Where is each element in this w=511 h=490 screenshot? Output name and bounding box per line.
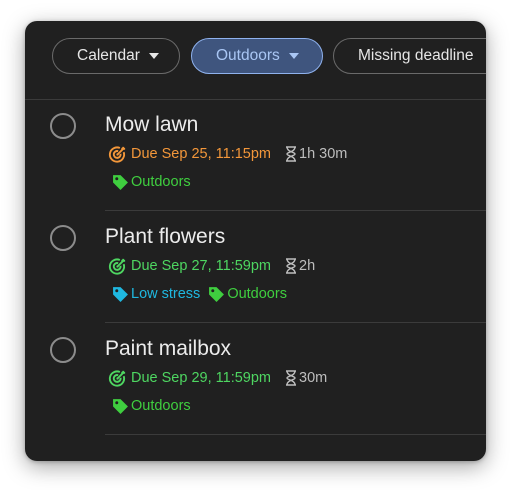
tag-label: Outdoors bbox=[227, 286, 287, 302]
task-meta: Due Sep 29, 11:59pm 30m bbox=[108, 368, 327, 388]
task-list-panel: Calendar Outdoors Missing deadline Mow l… bbox=[25, 21, 486, 461]
task-due-date: Due Sep 27, 11:59pm bbox=[131, 258, 271, 274]
task-row[interactable]: Plant flowers Due Sep 27, 11:59pm 2h Low… bbox=[25, 211, 486, 323]
filter-chip-missing-deadline[interactable]: Missing deadline bbox=[333, 38, 486, 74]
tag-label: Outdoors bbox=[131, 174, 191, 190]
task-meta: Due Sep 27, 11:59pm 2h bbox=[108, 256, 315, 276]
circle-checkbox-icon[interactable] bbox=[50, 113, 76, 139]
tag-icon bbox=[113, 174, 128, 190]
tag-outdoors[interactable]: Outdoors bbox=[208, 286, 287, 303]
caret-down-icon bbox=[288, 53, 299, 59]
task-duration-value: 1h 30m bbox=[299, 146, 348, 162]
task-title: Plant flowers bbox=[105, 225, 226, 248]
filter-chip-label: Outdoors bbox=[216, 47, 280, 64]
tag-label: Outdoors bbox=[131, 398, 191, 414]
tag-outdoors[interactable]: Outdoors bbox=[112, 398, 191, 415]
tag-icon bbox=[113, 398, 128, 414]
task-title: Mow lawn bbox=[105, 113, 199, 136]
task-due-date: Due Sep 29, 11:59pm bbox=[131, 370, 271, 386]
task-due-date: Due Sep 25, 11:15pm bbox=[131, 146, 271, 162]
task-meta: Due Sep 25, 11:15pm 1h 30m bbox=[108, 144, 347, 164]
circle-checkbox-icon[interactable] bbox=[50, 337, 76, 363]
hourglass-icon bbox=[286, 146, 296, 162]
hourglass-icon bbox=[286, 370, 296, 386]
task-duration: 2h bbox=[285, 258, 315, 274]
tag-outdoors[interactable]: Outdoors bbox=[112, 174, 191, 191]
filter-chip-label: Missing deadline bbox=[358, 47, 474, 64]
tag-low-stress[interactable]: Low stress bbox=[112, 286, 200, 303]
filter-chip-calendar[interactable]: Calendar bbox=[52, 38, 180, 74]
task-row[interactable]: Paint mailbox Due Sep 29, 11:59pm 30m Ou… bbox=[25, 323, 486, 435]
task-tags: Outdoors bbox=[112, 396, 199, 416]
task-row[interactable]: Mow lawn Due Sep 25, 11:15pm 1h 30m Outd… bbox=[25, 99, 486, 211]
tag-icon bbox=[209, 286, 225, 302]
target-icon bbox=[108, 369, 127, 388]
circle-checkbox-icon[interactable] bbox=[50, 225, 76, 251]
task-tags: Low stress Outdoors bbox=[112, 284, 295, 304]
task-duration-value: 2h bbox=[299, 258, 316, 274]
tag-icon bbox=[113, 286, 128, 302]
filter-chip-label: Calendar bbox=[77, 47, 140, 64]
task-duration: 30m bbox=[285, 370, 327, 386]
caret-down-icon bbox=[148, 53, 159, 59]
task-duration-value: 30m bbox=[299, 370, 328, 386]
filter-chip-outdoors[interactable]: Outdoors bbox=[191, 38, 323, 74]
task-title: Paint mailbox bbox=[105, 337, 232, 360]
row-divider bbox=[105, 434, 486, 435]
filter-bar: Calendar Outdoors Missing deadline bbox=[25, 21, 486, 100]
hourglass-icon bbox=[286, 258, 296, 274]
target-icon bbox=[108, 257, 127, 276]
task-duration: 1h 30m bbox=[285, 146, 347, 162]
tag-label: Low stress bbox=[131, 286, 201, 302]
target-icon bbox=[108, 145, 127, 164]
task-tags: Outdoors bbox=[112, 172, 199, 192]
